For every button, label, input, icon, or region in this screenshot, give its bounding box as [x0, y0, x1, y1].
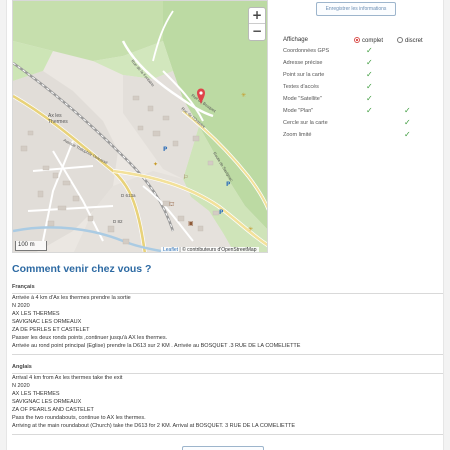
directions-english: Anglais Arrival 4 km from Ax les thermes…	[12, 364, 443, 436]
lang-label-francais: Français	[12, 284, 35, 290]
mode-discret-label: discret	[405, 38, 423, 44]
check-icon: ✓	[366, 46, 373, 55]
option-label: Cercle sur la carte	[283, 120, 328, 126]
check-icon: ✓	[404, 118, 411, 127]
display-options-header: Affichage complet discret	[283, 37, 433, 45]
option-row: Point sur la carte ✓	[283, 70, 433, 82]
zoom-out-button[interactable]: −	[249, 24, 265, 40]
option-label: Coordonnées GPS	[283, 48, 330, 54]
svg-text:Thermes: Thermes	[48, 119, 68, 125]
check-icon: ✓	[404, 106, 411, 115]
check-icon: ✓	[366, 106, 373, 115]
svg-text:P: P	[219, 209, 224, 216]
radio-unselected-icon	[397, 37, 403, 43]
svg-text:⚐: ⚐	[183, 174, 188, 181]
directions-french: Français Arrivée à 4 km d'Ax les thermes…	[12, 284, 443, 356]
divider	[12, 293, 443, 294]
option-row: Textes d'accès ✓	[283, 82, 433, 94]
zoom-control: + −	[248, 7, 266, 41]
check-icon: ✓	[404, 130, 411, 139]
map-attribution: Leaflet | © contributeurs d'OpenStreetMa…	[161, 247, 259, 253]
mode-complet-label: complet	[362, 38, 384, 44]
radio-selected-icon	[354, 37, 360, 43]
map-scale: 100 m	[15, 241, 47, 251]
option-label: Adresse précise	[283, 60, 323, 66]
option-row: Cercle sur la carte ✓	[283, 118, 433, 130]
direction-line: Arrival 4 km from Ax les thermes take th…	[12, 375, 123, 381]
direction-line: Passer les deux ronds points ,continuer …	[12, 335, 168, 341]
option-row: Mode "Plan" ✓ ✓	[283, 106, 433, 118]
map[interactable]: Ax les Thermes Avenue Théophile Delcassé…	[12, 0, 268, 253]
mode-complet-radio[interactable]: complet	[354, 37, 383, 44]
mode-discret-radio[interactable]: discret	[397, 37, 423, 44]
direction-line: AX LES THERMES	[12, 311, 60, 317]
option-label: Point sur la carte	[283, 72, 325, 78]
direction-line: N 2020	[12, 383, 30, 389]
check-icon: ✓	[366, 70, 373, 79]
option-label: Mode "Satellite"	[283, 96, 322, 102]
svg-text:P: P	[163, 146, 168, 153]
direction-line: Arrivée au rond point principal (Eglise)…	[12, 343, 301, 349]
direction-line: N 2020	[12, 303, 30, 309]
direction-line: ZA OF PEARLS AND CASTELET	[12, 407, 94, 413]
divider	[12, 434, 443, 435]
page: Ax les Thermes Avenue Théophile Delcassé…	[0, 0, 450, 450]
direction-line: ZA DE PERLES ET CASTELET	[12, 327, 90, 333]
direction-line: AX LES THERMES	[12, 391, 60, 397]
map-tiles: Ax les Thermes Avenue Théophile Delcassé…	[13, 1, 267, 252]
direction-line: Pass the two roundabouts, continue to AX…	[12, 415, 146, 421]
svg-text:▣: ▣	[188, 220, 194, 227]
check-icon: ✓	[366, 94, 373, 103]
direction-line: Arrivée à 4 km d'Ax les thermes prendre …	[12, 295, 131, 301]
direction-line: Arriving at the main roundabout (Church)…	[12, 423, 296, 429]
zoom-in-button[interactable]: +	[249, 8, 265, 24]
divider	[12, 373, 443, 374]
svg-text:✦: ✦	[153, 161, 158, 168]
check-icon: ✓	[366, 82, 373, 91]
display-header-label: Affichage	[283, 37, 308, 43]
svg-text:P: P	[226, 181, 231, 188]
osm-attribution: | © contributeurs d'OpenStreetMap	[178, 247, 257, 253]
option-row: Zoom limité ✓	[283, 130, 433, 142]
option-row: Coordonnées GPS ✓	[283, 46, 433, 58]
bottom-button[interactable]	[182, 446, 264, 450]
svg-text:✳: ✳	[241, 92, 246, 99]
option-label: Textes d'accès	[283, 84, 319, 90]
option-label: Mode "Plan"	[283, 108, 314, 114]
check-icon: ✓	[366, 58, 373, 67]
divider	[12, 354, 443, 355]
option-label: Zoom limité	[283, 132, 312, 138]
leaflet-link[interactable]: Leaflet	[163, 247, 178, 252]
svg-text:✳: ✳	[248, 226, 253, 233]
direction-line: SAVIGNAC LES ORMEAUX	[12, 319, 82, 325]
svg-text:⛫: ⛫	[169, 201, 175, 208]
direction-line: SAVIGNAC LES ORMEAUX	[12, 399, 82, 405]
lang-label-anglais: Anglais	[12, 364, 32, 370]
directions-title: Comment venir chez vous ?	[12, 263, 152, 275]
option-row: Adresse précise ✓	[283, 58, 433, 70]
option-row: Mode "Satellite" ✓	[283, 94, 433, 106]
save-info-button[interactable]: Enregistrer les informations	[316, 2, 396, 16]
svg-text:D 613a: D 613a	[121, 193, 136, 198]
svg-text:D 82: D 82	[113, 219, 123, 224]
